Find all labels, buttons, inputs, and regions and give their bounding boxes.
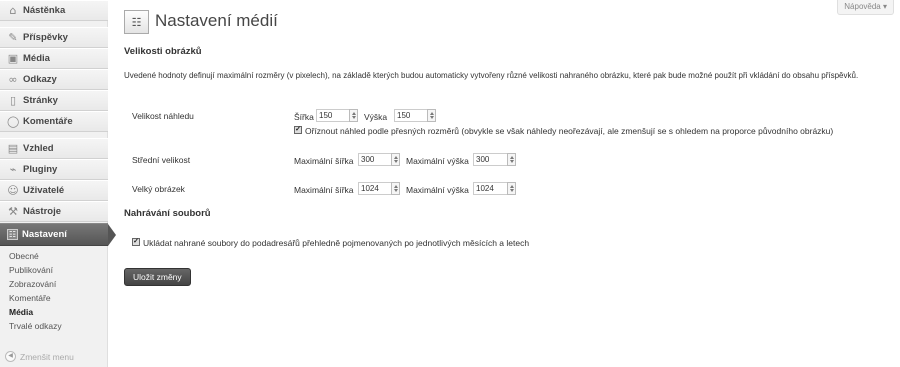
- medium-height-label: Maximální výška: [406, 156, 469, 166]
- menu-dashboard[interactable]: ⌂ Nástěnka: [0, 0, 108, 21]
- submenu-reading[interactable]: Zobrazování: [9, 279, 56, 289]
- collapse-menu[interactable]: ◀ Zmenšit menu: [5, 351, 74, 362]
- menu-label: Uživatelé: [23, 185, 65, 196]
- submenu-discussion[interactable]: Komentáře: [9, 293, 51, 303]
- large-height-input[interactable]: 1024: [473, 182, 509, 195]
- users-icon: ☺: [7, 183, 19, 197]
- organize-uploads-checkbox[interactable]: ✓: [132, 238, 140, 246]
- menu-label: Stránky: [23, 95, 58, 106]
- organize-uploads-label: Ukládat nahrané soubory do podadresářů p…: [143, 238, 530, 248]
- crop-thumbnail-label: Oříznout náhled podle přesných rozměrů (…: [305, 126, 834, 136]
- active-menu-pointer: [108, 224, 116, 246]
- link-icon: ∞: [8, 72, 18, 86]
- thumbnail-size-label: Velikost náhledu: [132, 111, 194, 121]
- menu-label: Odkazy: [23, 74, 57, 85]
- medium-height-input[interactable]: 300: [473, 153, 509, 166]
- menu-label: Média: [23, 53, 50, 64]
- large-height-spinner[interactable]: [507, 182, 516, 195]
- thumbnail-height-spinner[interactable]: [427, 109, 436, 122]
- thumbnail-width-label: Šířka: [294, 112, 314, 122]
- submenu-writing[interactable]: Publikování: [9, 265, 53, 275]
- tools-icon: ⚒: [8, 204, 18, 218]
- menu-settings[interactable]: ☷ Nastavení: [0, 223, 108, 246]
- home-icon: ⌂: [9, 3, 17, 17]
- media-icon: ▣: [7, 51, 19, 65]
- menu-label: Vzhled: [23, 143, 54, 154]
- crop-thumbnail-checkbox[interactable]: ✓: [294, 126, 302, 134]
- thumbnail-height-input[interactable]: 150: [394, 109, 430, 122]
- medium-width-label: Maximální šířka: [294, 156, 354, 166]
- menu-appearance[interactable]: ▤ Vzhled: [0, 138, 108, 159]
- pin-icon: ✎: [8, 30, 18, 44]
- help-label: Nápověda: [844, 2, 881, 11]
- menu-tools[interactable]: ⚒ Nástroje: [0, 201, 108, 222]
- settings-icon: ☷: [7, 229, 18, 240]
- large-width-spinner[interactable]: [391, 182, 400, 195]
- medium-size-label: Střední velikost: [132, 155, 191, 165]
- menu-links[interactable]: ∞ Odkazy: [0, 69, 108, 90]
- comment-icon: ◯: [7, 114, 20, 128]
- large-width-label: Maximální šířka: [294, 185, 354, 195]
- medium-width-input[interactable]: 300: [358, 153, 394, 166]
- submenu-permalinks[interactable]: Trvalé odkazy: [9, 321, 62, 331]
- plugin-icon: ⌁: [9, 162, 17, 176]
- menu-label: Nástěnka: [23, 5, 66, 16]
- admin-sidebar: ⌂ Nástěnka ✎ Příspěvky ▣ Média ∞ Odkazy …: [0, 0, 108, 367]
- save-changes-button[interactable]: Uložit změny: [124, 268, 191, 286]
- medium-width-spinner[interactable]: [391, 153, 400, 166]
- menu-label: Příspěvky: [23, 32, 68, 43]
- help-tab[interactable]: Nápověda ▾: [837, 0, 894, 15]
- submenu-general[interactable]: Obecné: [9, 251, 39, 261]
- menu-pages[interactable]: ▯ Stránky: [0, 90, 108, 111]
- page-icon: ▯: [9, 93, 17, 107]
- thumbnail-width-spinner[interactable]: [349, 109, 358, 122]
- menu-media[interactable]: ▣ Média: [0, 48, 108, 69]
- collapse-arrow-icon: ◀: [5, 351, 16, 362]
- collapse-label: Zmenšit menu: [20, 351, 74, 362]
- large-width-input[interactable]: 1024: [358, 182, 394, 195]
- thumbnail-width-input[interactable]: 150: [316, 109, 352, 122]
- image-sizes-heading: Velikosti obrázků: [124, 46, 202, 57]
- page-title: Nastavení médií: [155, 11, 278, 30]
- menu-label: Pluginy: [23, 164, 58, 175]
- menu-label: Nastavení: [22, 229, 67, 240]
- image-sizes-description: Uvedené hodnoty definují maximální rozmě…: [124, 71, 859, 80]
- menu-label: Nástroje: [23, 206, 62, 217]
- menu-users[interactable]: ☺ Uživatelé: [0, 180, 108, 201]
- large-height-label: Maximální výška: [406, 185, 469, 195]
- large-size-label: Velký obrázek: [132, 184, 185, 194]
- appearance-icon: ▤: [7, 141, 19, 155]
- medium-height-spinner[interactable]: [507, 153, 516, 166]
- menu-label: Komentáře: [23, 116, 73, 127]
- menu-posts[interactable]: ✎ Příspěvky: [0, 27, 108, 48]
- menu-comments[interactable]: ◯ Komentáře: [0, 111, 108, 132]
- menu-plugins[interactable]: ⌁ Pluginy: [0, 159, 108, 180]
- submenu-media[interactable]: Média: [9, 307, 33, 317]
- uploads-heading: Nahrávání souborů: [124, 208, 211, 219]
- settings-page-icon: ☷: [124, 10, 149, 34]
- thumbnail-height-label: Výška: [364, 112, 388, 122]
